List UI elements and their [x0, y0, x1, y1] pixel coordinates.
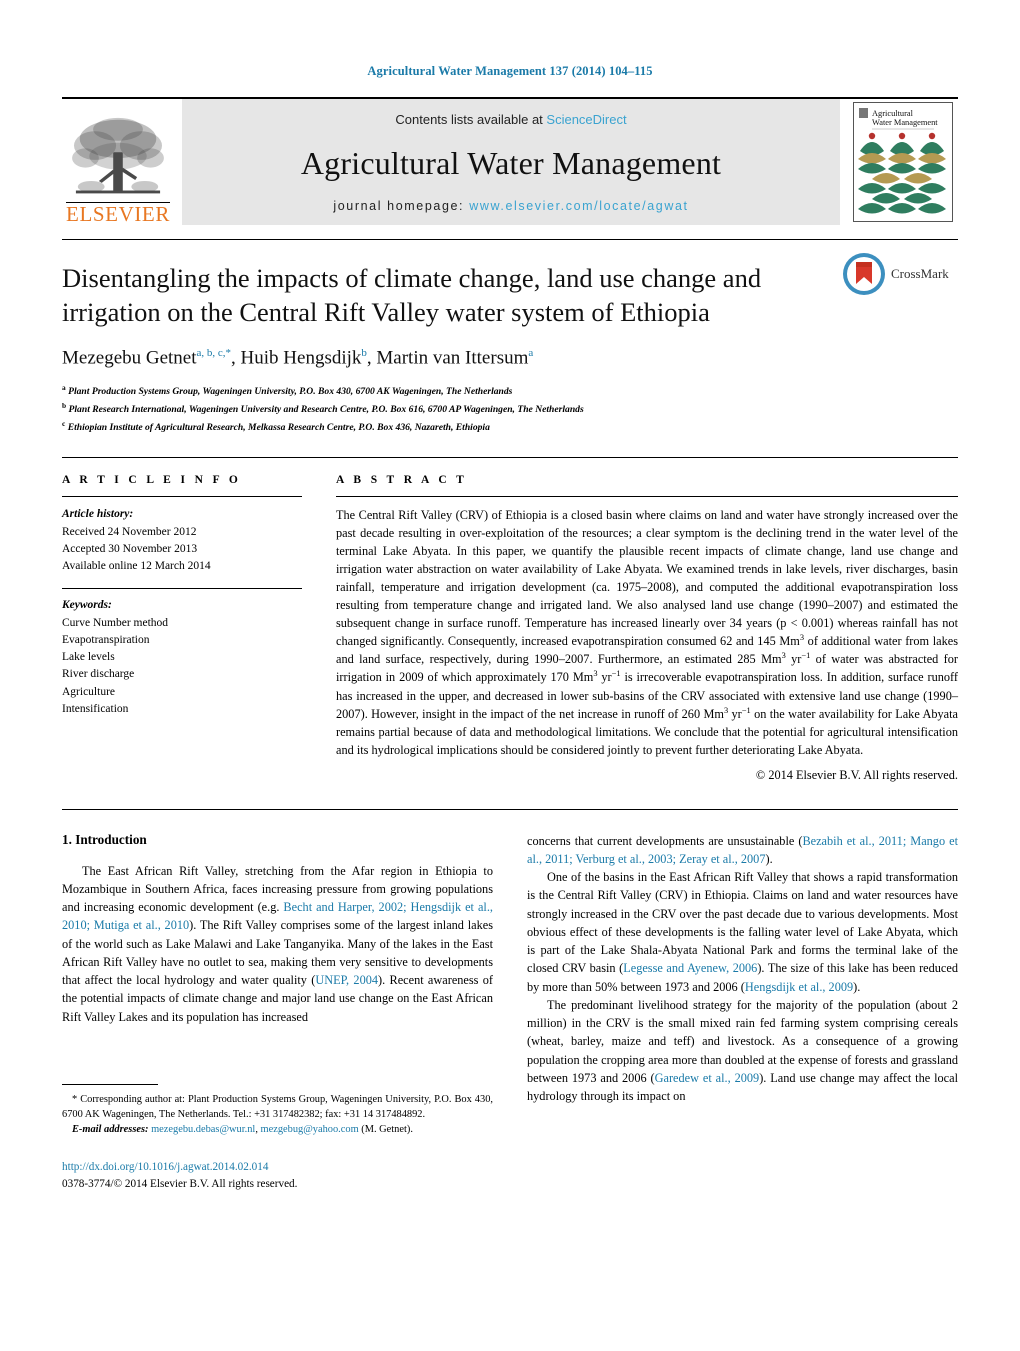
abstract-sup: −1: [741, 705, 751, 715]
article-info-rule: [62, 496, 302, 498]
contents-prefix: Contents lists available at: [395, 112, 547, 127]
title-abstract-divider: [62, 457, 958, 459]
history-accepted: Accepted 30 November 2013: [62, 542, 198, 555]
affiliation-text: Ethiopian Institute of Agricultural Rese…: [67, 421, 490, 433]
contents-available-line: Contents lists available at ScienceDirec…: [395, 112, 626, 127]
homepage-prefix: journal homepage:: [333, 199, 470, 213]
affiliation-item: b Plant Research International, Wagening…: [62, 400, 958, 418]
author-affil-marks: a, b, c,*: [196, 346, 232, 359]
masthead-center: Contents lists available at ScienceDirec…: [182, 99, 840, 225]
para-text: concerns that current developments are u…: [527, 833, 803, 848]
article-info-heading: A R T I C L E I N F O: [62, 474, 242, 487]
running-head: Agricultural Water Management 137 (2014)…: [367, 64, 653, 78]
journal-title: Agricultural Water Management: [300, 144, 722, 181]
author-name: Mezegebu Getnet: [62, 347, 197, 369]
history-received: Received 24 November 2012: [62, 525, 197, 538]
svg-text:Agricultural: Agricultural: [872, 109, 914, 118]
body-column-right: concerns that current developments are u…: [527, 832, 958, 1193]
abstract-text: The Central Rift Valley (CRV) of Ethiopi…: [336, 506, 958, 758]
abstract-part: yr: [597, 670, 612, 685]
abstract-column: A B S T R A C T The Central Rift Valley …: [336, 474, 958, 782]
page-title: Disentangling the impacts of climate cha…: [62, 263, 762, 327]
abstract-heading: A B S T R A C T: [336, 474, 468, 487]
keywords-label: Keywords:: [62, 599, 112, 612]
doi-link[interactable]: http://dx.doi.org/10.1016/j.agwat.2014.0…: [62, 1159, 493, 1176]
intro-paragraph-1-continued: concerns that current developments are u…: [527, 832, 958, 869]
author-name: Martin van Ittersum: [376, 347, 529, 369]
abstract-part: yr: [728, 706, 742, 721]
abstract-part: yr: [785, 652, 802, 667]
crossmark-icon: [843, 253, 885, 295]
journal-cover-thumbnail: Agricultural Water Management: [853, 102, 953, 222]
elsevier-tree-icon: [72, 117, 164, 194]
info-abstract-row: A R T I C L E I N F O Article history: R…: [62, 474, 958, 782]
author-affil-marks: a: [528, 346, 534, 359]
article-info-column: A R T I C L E I N F O Article history: R…: [62, 474, 302, 782]
section-heading-introduction: 1. Introduction: [62, 831, 147, 847]
keyword-item: Curve Number method: [62, 616, 169, 629]
affiliation-text: Plant Production Systems Group, Wagening…: [68, 386, 513, 398]
email-note: E-mail addresses: mezegebu.debas@wur.nl,…: [62, 1122, 493, 1137]
affiliation-marker: b: [62, 400, 67, 410]
keyword-item: Evapotranspiration: [62, 633, 150, 646]
corresponding-author-note: * Corresponding author at: Plant Product…: [62, 1093, 493, 1120]
affiliation-item: c Ethiopian Institute of Agricultural Re…: [62, 418, 958, 436]
journal-masthead: ELSEVIER Contents lists available at Sci…: [62, 97, 958, 225]
elsevier-logo: ELSEVIER: [62, 99, 174, 225]
history-available-online: Available online 12 March 2014: [62, 560, 211, 573]
intro-paragraph-3: The predominant livelihood strategy for …: [527, 996, 958, 1106]
intro-paragraph-1: The East African Rift Valley, stretching…: [62, 862, 493, 1026]
abstract-rule: [336, 496, 958, 498]
crossmark-label: CrossMark: [891, 266, 949, 281]
affiliation-list: a Plant Production Systems Group, Wageni…: [62, 382, 958, 435]
affiliation-marker: c: [62, 418, 66, 428]
email-suffix: (M. Getnet).: [358, 1124, 413, 1136]
keywords-block: Keywords: Curve Number method Evapotrans…: [62, 588, 302, 718]
paper-page: Agricultural Water Management 137 (2014)…: [0, 0, 1020, 1351]
abstract-copyright: © 2014 Elsevier B.V. All rights reserved…: [755, 767, 958, 782]
doi-block: http://dx.doi.org/10.1016/j.agwat.2014.0…: [62, 1159, 493, 1193]
journal-homepage-line: journal homepage: www.elsevier.com/locat…: [333, 199, 688, 213]
elsevier-wordmark: ELSEVIER: [66, 202, 170, 226]
citation-link[interactable]: Garedew et al., 2009: [655, 1071, 760, 1085]
abstract-sup: −1: [611, 669, 621, 679]
sciencedirect-link[interactable]: ScienceDirect: [546, 112, 626, 127]
keywords-rule: [62, 588, 302, 590]
email-label: E-mail addresses:: [72, 1124, 149, 1136]
svg-text:Water Management: Water Management: [872, 118, 938, 127]
citation-link[interactable]: UNEP, 2004: [315, 973, 378, 987]
cover-artwork-icon: Agricultural Water Management: [854, 103, 952, 221]
para-text: ).: [853, 979, 861, 994]
author-name: Huib Hengsdijk: [240, 347, 362, 369]
keyword-item: Lake levels: [62, 651, 115, 664]
author-affil-marks: b: [361, 346, 367, 359]
affiliation-marker: a: [62, 383, 66, 393]
para-text: One of the basins in the East African Ri…: [527, 870, 958, 976]
issn-copyright-line: 0378-3774/© 2014 Elsevier B.V. All right…: [62, 1177, 298, 1190]
author-list: Mezegebu Getneta, b, c,*, Huib Hengsdijk…: [62, 346, 534, 369]
journal-cover-block: Agricultural Water Management: [848, 99, 958, 225]
footnote-block: * Corresponding author at: Plant Product…: [62, 1083, 493, 1193]
article-history-label: Article history:: [62, 508, 134, 521]
keyword-item: Agriculture: [62, 685, 116, 698]
para-text: ).: [765, 851, 773, 866]
title-block: CrossMark Disentangling the impacts of c…: [62, 240, 958, 435]
homepage-url-link[interactable]: www.elsevier.com/locate/agwat: [469, 199, 688, 213]
abstract-body-divider: [62, 808, 958, 810]
citation-link[interactable]: Hengsdijk et al., 2009: [745, 980, 853, 994]
intro-paragraph-2: One of the basins in the East African Ri…: [527, 868, 958, 996]
affiliation-item: a Plant Production Systems Group, Wageni…: [62, 382, 958, 400]
body-columns: 1. Introduction The East African Rift Va…: [62, 832, 958, 1193]
crossmark-badge[interactable]: CrossMark: [842, 250, 958, 298]
keyword-item: River discharge: [62, 668, 135, 681]
affiliation-text: Plant Research International, Wageningen…: [68, 404, 584, 416]
keyword-item: Intensification: [62, 702, 129, 715]
citation-link[interactable]: Legesse and Ayenew, 2006: [623, 961, 757, 975]
email-link-secondary[interactable]: mezgebug@yahoo.com: [261, 1124, 359, 1135]
body-column-left: 1. Introduction The East African Rift Va…: [62, 832, 493, 1193]
footnote-rule: [62, 1083, 158, 1085]
abstract-part: The Central Rift Valley (CRV) of Ethiopi…: [336, 508, 958, 649]
abstract-sup: −1: [801, 651, 811, 661]
email-link-primary[interactable]: mezegebu.debas@wur.nl: [151, 1124, 255, 1135]
